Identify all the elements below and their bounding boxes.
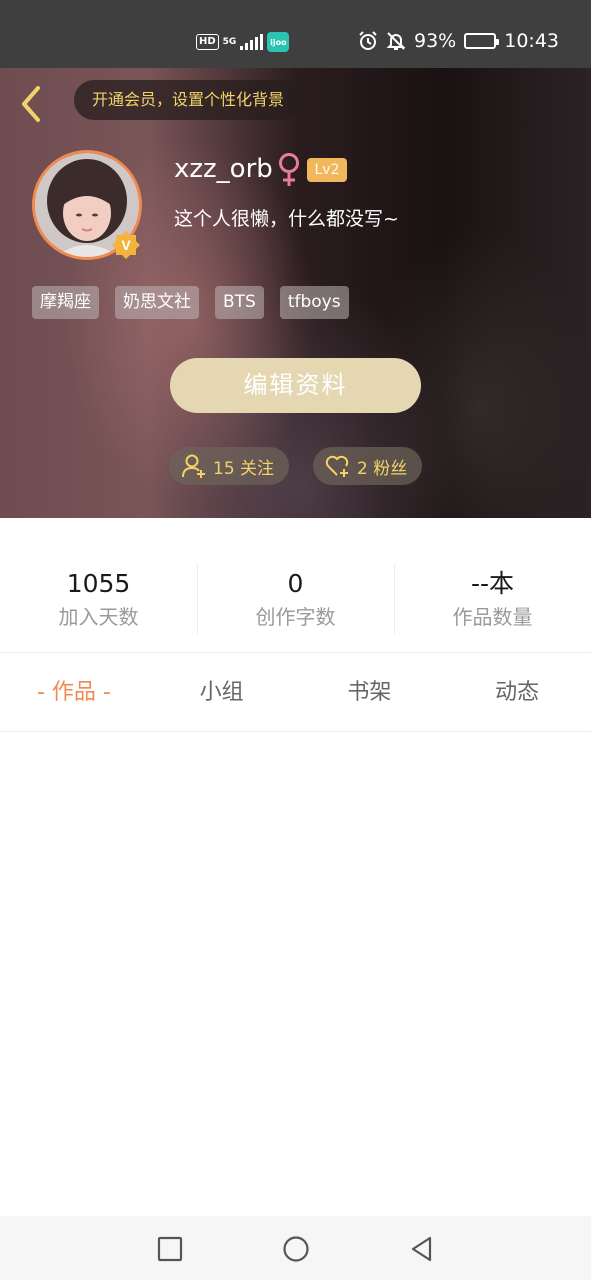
stat-value: 0 [287,569,304,598]
following-count: 15 关注 [213,458,275,479]
recents-square-icon[interactable] [155,1234,185,1264]
app-notification-icon: ijoo [267,32,290,52]
network-indicators: HD 5G ijoo [196,32,290,52]
tab-content-empty [0,732,591,1216]
5g-icon: 5G [222,36,237,47]
stat-word-count: 0 创作字数 [197,518,394,652]
fans-button[interactable]: 2 粉丝 [313,447,422,485]
stat-join-days: 1055 加入天数 [0,518,197,652]
hd-icon: HD [196,34,219,50]
tab-works[interactable]: - 作品 - [0,653,148,731]
following-button[interactable]: 15 关注 [169,447,289,485]
profile-tabs: - 作品 - 小组 书架 动态 [0,652,591,732]
home-circle-icon[interactable] [281,1234,311,1264]
back-arrow-icon[interactable] [16,84,48,124]
fans-count: 2 粉丝 [357,458,408,479]
verified-badge-letter: V [121,237,131,253]
stats-row: 1055 加入天数 0 创作字数 --本 作品数量 [0,518,591,652]
tag-item[interactable]: 奶思文社 [115,286,199,319]
system-nav-bar [0,1216,591,1280]
person-add-icon [182,454,205,478]
verified-badge-icon: V [112,231,140,259]
back-triangle-icon[interactable] [407,1234,437,1264]
signal-icon [240,34,264,50]
clock: 10:43 [504,30,559,52]
tab-activity[interactable]: 动态 [443,653,591,731]
tag-list: 摩羯座 奶思文社 BTS tfboys [32,286,349,319]
tab-groups[interactable]: 小组 [148,653,296,731]
network-type: 5G [222,36,237,47]
edit-profile-button[interactable]: 编辑资料 [170,358,421,413]
tab-bookshelf[interactable]: 书架 [296,653,444,731]
bio-text: 这个人很懒，什么都没写~ [174,208,399,230]
tag-item[interactable]: tfboys [279,286,349,319]
vip-background-banner[interactable]: 开通会员，设置个性化背景 [74,80,303,120]
level-badge: Lv2 [307,158,347,182]
status-right: 93% 10:43 [358,30,559,52]
heart-add-icon [325,455,349,477]
profile-header: 开通会员，设置个性化背景 V xzz_orb Lv2 这个人很懒，什么都没写~ … [0,68,591,518]
battery-icon [464,33,500,49]
status-bar: HD 5G ijoo 93% 10:43 [0,0,591,68]
female-gender-icon [279,153,299,186]
stat-value: --本 [470,569,515,598]
stat-works-count: --本 作品数量 [394,518,591,652]
alarm-icon [359,31,377,50]
tag-item[interactable]: BTS [215,286,264,319]
stat-label: 创作字数 [255,605,336,629]
stat-label: 作品数量 [452,605,533,629]
stat-label: 加入天数 [58,605,139,629]
username: xzz_orb [174,154,273,184]
mute-bell-icon [386,32,406,50]
stat-value: 1055 [66,569,131,598]
battery-percent: 93% [414,30,457,52]
tag-item[interactable]: 摩羯座 [32,286,99,319]
